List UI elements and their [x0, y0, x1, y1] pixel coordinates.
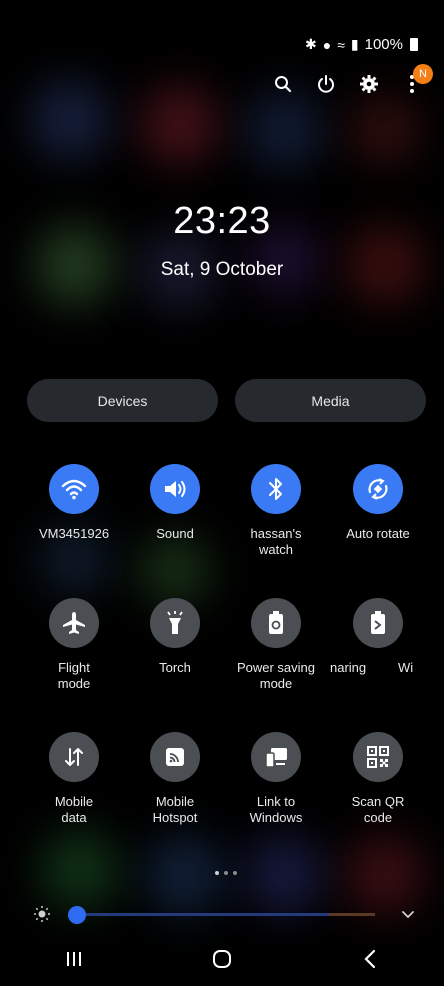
devices-label: Devices: [97, 392, 148, 409]
qr-code-icon[interactable]: [353, 732, 403, 782]
tile-label: VM3451926: [38, 526, 110, 541]
status-bar: ✱ ● ≈ ▮ 100%: [305, 36, 418, 53]
page-dot[interactable]: [215, 871, 219, 875]
back-button[interactable]: [350, 944, 390, 974]
brightness-slider-thumb[interactable]: [68, 906, 86, 924]
navigation-bar: [0, 931, 444, 986]
tile-scan-qr[interactable]: Scan QR code: [328, 732, 428, 826]
wifi-icon: ≈: [337, 36, 345, 53]
hotspot-icon[interactable]: [150, 732, 200, 782]
tile-label: Sound: [156, 526, 194, 541]
tile-mobile-data[interactable]: Mobile data: [24, 732, 124, 826]
page-indicator: [215, 871, 237, 875]
tile-label: Link to Windows: [249, 794, 303, 825]
recents-icon: [67, 951, 81, 966]
tile-wireless-power-sharing[interactable]: naring Wi: [328, 598, 428, 675]
media-button[interactable]: Media: [235, 379, 426, 422]
gear-icon[interactable]: [359, 74, 379, 94]
battery-percent: 100%: [364, 36, 403, 53]
brightness-slider[interactable]: [77, 913, 375, 916]
tile-label-clipped-next: Wi: [398, 660, 414, 675]
expand-chevron-down-icon[interactable]: [400, 906, 416, 922]
tile-sound[interactable]: Sound: [125, 464, 225, 542]
tile-power-saving[interactable]: Power saving mode: [226, 598, 326, 692]
tile-label-clipped: naring: [330, 660, 367, 675]
flashlight-icon[interactable]: [150, 598, 200, 648]
tile-link-to-windows[interactable]: Link to Windows: [226, 732, 326, 826]
rotate-icon[interactable]: [353, 464, 403, 514]
page-dot[interactable]: [224, 871, 228, 875]
recent-apps-button[interactable]: [54, 944, 94, 974]
tile-label: Flight mode: [57, 660, 91, 691]
devices-button[interactable]: Devices: [27, 379, 218, 422]
date: Sat, 9 October: [160, 259, 284, 280]
notification-badge: N: [413, 64, 433, 84]
tile-wifi[interactable]: VM3451926: [24, 464, 124, 542]
search-icon[interactable]: [273, 74, 293, 94]
back-icon: [364, 949, 376, 968]
brightness-icon: [33, 905, 51, 923]
tile-label: Auto rotate: [346, 526, 410, 541]
bluetooth-icon[interactable]: [251, 464, 301, 514]
tile-label: Torch: [159, 660, 191, 675]
data-arrows-icon[interactable]: [49, 732, 99, 782]
home-button[interactable]: [202, 944, 242, 974]
tile-label: Mobile data: [54, 794, 94, 825]
battery-saver-icon[interactable]: [251, 598, 301, 648]
battery-icon: [410, 38, 418, 51]
power-icon[interactable]: [316, 74, 336, 94]
tile-flight-mode[interactable]: Flight mode: [24, 598, 124, 692]
tile-label: hassan's watch: [250, 526, 302, 557]
tile-auto-rotate[interactable]: Auto rotate: [328, 464, 428, 542]
clock: 23:23: [173, 200, 271, 242]
home-icon: [213, 949, 231, 968]
brightness-slider-track-end: [329, 913, 375, 916]
tile-bluetooth[interactable]: hassan's watch: [226, 464, 326, 558]
location-icon: ●: [322, 36, 332, 53]
link-windows-icon[interactable]: [251, 732, 301, 782]
quick-panel-actions: N: [273, 64, 433, 94]
battery-share-icon[interactable]: [353, 598, 403, 648]
airplane-icon[interactable]: [49, 598, 99, 648]
signal-icon: ▮: [350, 36, 359, 52]
tile-label: Mobile Hotspot: [152, 794, 198, 825]
media-label: Media: [311, 392, 350, 409]
tile-label: Power saving mode: [236, 660, 316, 691]
wifi-icon[interactable]: [49, 464, 99, 514]
tile-mobile-hotspot[interactable]: Mobile Hotspot: [125, 732, 225, 826]
more-icon[interactable]: N: [402, 64, 433, 94]
tile-label: Scan QR code: [351, 794, 405, 825]
speaker-icon[interactable]: [150, 464, 200, 514]
page-dot[interactable]: [233, 871, 237, 875]
bluetooth-icon: ✱: [305, 36, 317, 52]
tile-torch[interactable]: Torch: [125, 598, 225, 676]
